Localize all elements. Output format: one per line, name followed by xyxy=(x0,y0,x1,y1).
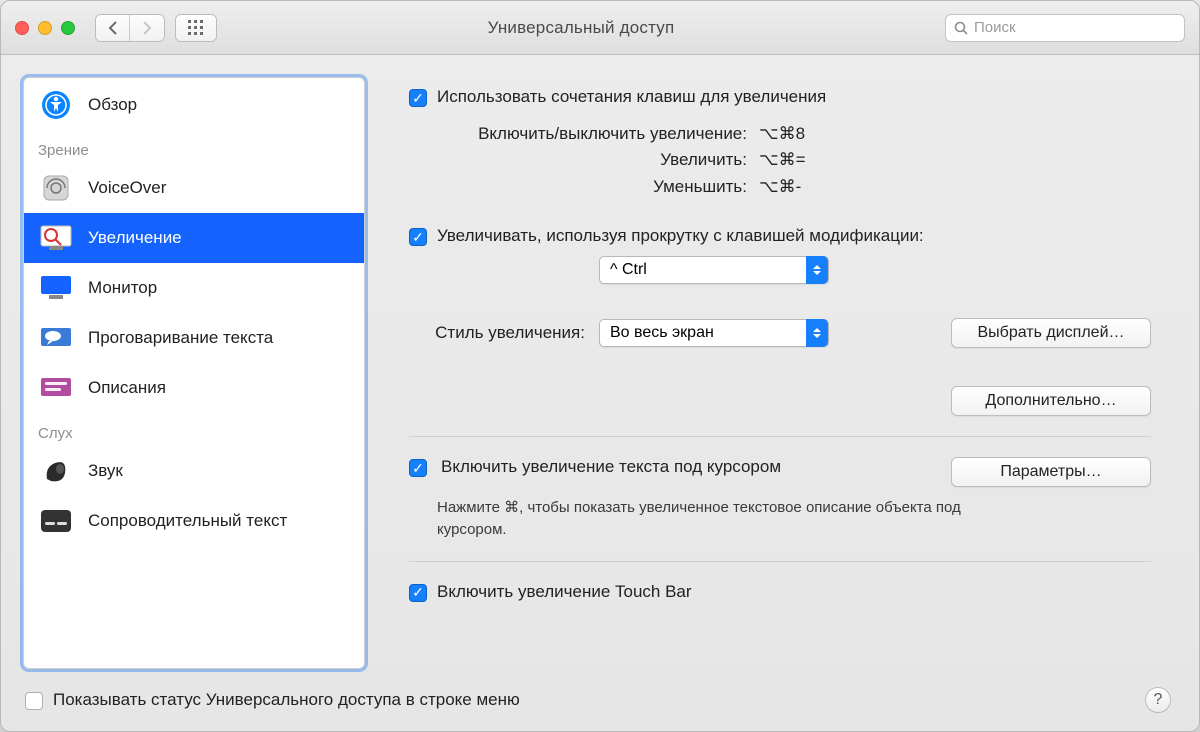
sidebar-item-descriptions[interactable]: Описания xyxy=(24,363,364,413)
sidebar-item-label: Звук xyxy=(88,461,123,481)
scroll-modifier-row: ✓ Увеличивать, используя прокрутку с кла… xyxy=(409,226,1151,246)
touchbar-label: Включить увеличение Touch Bar xyxy=(437,582,692,602)
zoom-settings-panel: ✓ Использовать сочетания клавиш для увел… xyxy=(383,77,1177,669)
zoom-in-label: Увеличить: xyxy=(437,147,747,173)
zoom-style-label: Стиль увеличения: xyxy=(409,323,585,343)
back-button[interactable] xyxy=(96,15,130,41)
use-shortcuts-row: ✓ Использовать сочетания клавиш для увел… xyxy=(409,87,1151,107)
touchbar-row: ✓ Включить увеличение Touch Bar xyxy=(409,582,1151,602)
zoom-style-value: Во весь экран xyxy=(610,324,798,342)
system-preferences-window: Универсальный доступ Обзор Зрение xyxy=(0,0,1200,732)
hover-text-checkbox[interactable]: ✓ xyxy=(409,459,427,477)
use-shortcuts-label: Использовать сочетания клавиш для увелич… xyxy=(437,87,826,107)
show-status-label: Показывать статус Универсального доступа… xyxy=(53,690,520,710)
window-controls xyxy=(15,21,75,35)
search-icon xyxy=(954,21,968,35)
sidebar-item-display[interactable]: Монитор xyxy=(24,263,364,313)
chevron-updown-icon xyxy=(806,319,828,347)
sidebar-item-label: Проговаривание текста xyxy=(88,328,273,348)
choose-display-button[interactable]: Выбрать дисплей… xyxy=(951,318,1151,348)
close-button[interactable] xyxy=(15,21,29,35)
sidebar-item-label: Обзор xyxy=(88,95,137,115)
touchbar-checkbox[interactable]: ✓ xyxy=(409,584,427,602)
toggle-zoom-label: Включить/выключить увеличение: xyxy=(437,121,747,147)
descriptions-icon xyxy=(38,373,74,403)
sidebar-item-label: Увеличение xyxy=(88,228,182,248)
captions-icon xyxy=(38,506,74,536)
modifier-value: ^ Ctrl xyxy=(610,261,798,279)
hover-options-button[interactable]: Параметры… xyxy=(951,457,1151,487)
sidebar-item-audio[interactable]: Звук xyxy=(24,446,364,496)
zoom-out-keys: ⌥⌘- xyxy=(759,174,801,200)
search-input[interactable] xyxy=(974,19,1176,36)
sidebar-item-voiceover[interactable]: VoiceOver xyxy=(24,163,364,213)
use-shortcuts-checkbox[interactable]: ✓ xyxy=(409,89,427,107)
advanced-button[interactable]: Дополнительно… xyxy=(951,386,1151,416)
sidebar[interactable]: Обзор Зрение VoiceOver Увеличение xyxy=(23,77,365,669)
hover-text-hint: Нажмите ⌘, чтобы показать увеличенное те… xyxy=(437,497,997,541)
window-title: Универсальный доступ xyxy=(227,18,935,38)
forward-button[interactable] xyxy=(130,15,164,41)
zoom-in-keys: ⌥⌘= xyxy=(759,147,806,173)
zoom-style-dropdown[interactable]: Во весь экран xyxy=(599,319,829,347)
show-all-button[interactable] xyxy=(175,14,217,42)
shortcut-list: Включить/выключить увеличение: ⌥⌘8 Увелич… xyxy=(437,121,1151,200)
hover-text-row: ✓ Включить увеличение текста под курсоро… xyxy=(409,457,1151,487)
footer: Показывать статус Универсального доступа… xyxy=(23,687,1177,713)
fullscreen-button[interactable] xyxy=(61,21,75,35)
accessibility-icon xyxy=(38,90,74,120)
search-field[interactable] xyxy=(945,14,1185,42)
display-icon xyxy=(38,273,74,303)
divider xyxy=(409,436,1151,437)
content-area: Обзор Зрение VoiceOver Увеличение xyxy=(1,55,1199,731)
scroll-modifier-label: Увеличивать, используя прокрутку с клави… xyxy=(437,226,924,246)
speech-icon xyxy=(38,323,74,353)
sidebar-section-hearing: Слух xyxy=(24,413,364,446)
zoom-icon xyxy=(38,223,74,253)
sidebar-item-overview[interactable]: Обзор xyxy=(24,80,364,130)
nav-back-forward xyxy=(95,14,165,42)
sidebar-item-label: Монитор xyxy=(88,278,157,298)
sidebar-item-captions[interactable]: Сопроводительный текст xyxy=(24,496,364,546)
sidebar-section-vision: Зрение xyxy=(24,130,364,163)
sidebar-item-label: Описания xyxy=(88,378,166,398)
sidebar-item-speech[interactable]: Проговаривание текста xyxy=(24,313,364,363)
grid-icon xyxy=(176,15,216,41)
chevron-updown-icon xyxy=(806,256,828,284)
voiceover-icon xyxy=(38,173,74,203)
sidebar-item-zoom[interactable]: Увеличение xyxy=(24,213,364,263)
audio-icon xyxy=(38,456,74,486)
hover-text-label: Включить увеличение текста под курсором xyxy=(441,457,781,477)
modifier-dropdown[interactable]: ^ Ctrl xyxy=(599,256,829,284)
help-button[interactable]: ? xyxy=(1145,687,1171,713)
scroll-modifier-checkbox[interactable]: ✓ xyxy=(409,228,427,246)
zoom-out-label: Уменьшить: xyxy=(437,174,747,200)
show-status-checkbox[interactable] xyxy=(25,692,43,710)
titlebar: Универсальный доступ xyxy=(1,1,1199,55)
zoom-style-row: Стиль увеличения: Во весь экран Выбрать … xyxy=(409,318,1151,348)
divider xyxy=(409,561,1151,562)
toggle-zoom-keys: ⌥⌘8 xyxy=(759,121,805,147)
sidebar-item-label: Сопроводительный текст xyxy=(88,511,287,531)
sidebar-item-label: VoiceOver xyxy=(88,178,166,198)
minimize-button[interactable] xyxy=(38,21,52,35)
